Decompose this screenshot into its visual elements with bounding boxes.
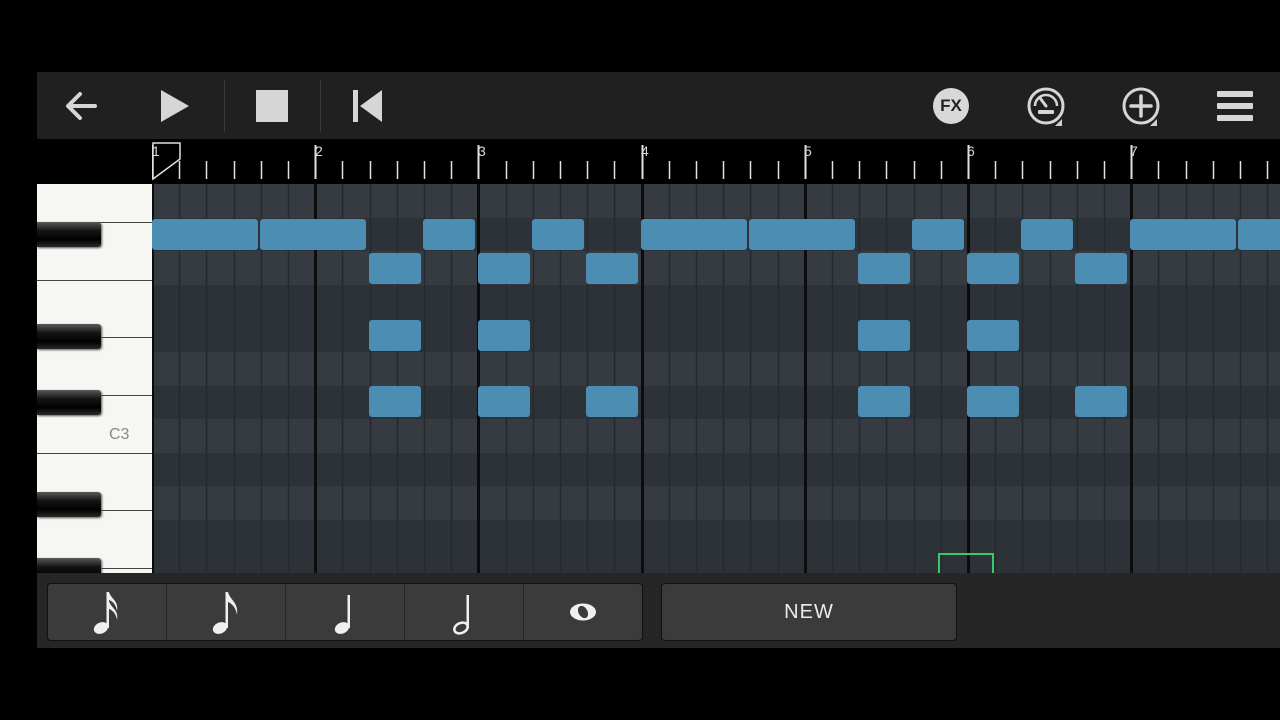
toolbar: FX: [37, 72, 1280, 139]
note-block[interactable]: [478, 386, 530, 417]
bar-number: 1: [152, 143, 160, 159]
note-block[interactable]: [1130, 219, 1236, 250]
bar-number: 2: [315, 143, 323, 159]
note-block[interactable]: [260, 219, 366, 250]
note-block[interactable]: [967, 386, 1019, 417]
menu-button[interactable]: [1205, 76, 1265, 136]
note-block[interactable]: [1075, 253, 1127, 284]
selection-cursor[interactable]: [938, 553, 994, 573]
note-block[interactable]: [369, 320, 421, 351]
skip-to-start-button[interactable]: [338, 76, 398, 136]
note-block[interactable]: [423, 219, 475, 250]
white-key-divider: [37, 453, 152, 454]
note-block[interactable]: [1021, 219, 1073, 250]
bar-number: 5: [804, 143, 812, 159]
whole-note-button[interactable]: [524, 584, 642, 640]
eighth-note-icon: [212, 592, 238, 634]
bar-number: 6: [967, 143, 975, 159]
black-key[interactable]: [37, 558, 101, 573]
white-key-divider: [37, 280, 152, 281]
note-block[interactable]: [1075, 386, 1127, 417]
fx-button[interactable]: FX: [921, 76, 981, 136]
black-key[interactable]: [37, 222, 101, 247]
note-block[interactable]: [586, 386, 638, 417]
note-block[interactable]: [858, 386, 910, 417]
note-block[interactable]: [369, 253, 421, 284]
piano-roll-editor: FX 1 2 3 4 5 6 7 C3 NEW: [37, 72, 1280, 648]
half-note-button[interactable]: [405, 584, 524, 640]
note-block[interactable]: [478, 253, 530, 284]
note-block[interactable]: [1238, 219, 1280, 250]
timeline-ruler[interactable]: 1 2 3 4 5 6 7: [152, 139, 1280, 184]
ruler-corner: [37, 139, 152, 184]
quarter-note-icon: [334, 595, 350, 634]
play-button[interactable]: [145, 76, 205, 136]
sixteenth-note-icon: [93, 592, 118, 634]
note-block[interactable]: [967, 253, 1019, 284]
submenu-indicator-icon: [1150, 119, 1157, 126]
toolbar-divider: [320, 80, 321, 132]
toolbar-divider: [224, 80, 225, 132]
note-length-selector: [47, 583, 643, 641]
note-block[interactable]: [478, 320, 530, 351]
skip-to-start-icon: [353, 90, 382, 122]
bar-number: 4: [641, 143, 649, 159]
half-note-icon: [453, 595, 469, 635]
new-button[interactable]: NEW: [661, 583, 957, 641]
play-icon: [161, 90, 189, 122]
tempo-button[interactable]: [1016, 76, 1076, 136]
whole-note-icon: [570, 603, 596, 621]
add-track-button[interactable]: [1111, 76, 1171, 136]
note-block[interactable]: [369, 386, 421, 417]
submenu-indicator-icon: [1055, 119, 1062, 126]
black-key[interactable]: [37, 390, 101, 415]
back-button[interactable]: [51, 76, 111, 136]
note-block[interactable]: [152, 219, 258, 250]
note-block[interactable]: [749, 219, 855, 250]
stop-button[interactable]: [242, 76, 302, 136]
menu-icon: [1217, 91, 1253, 121]
black-key[interactable]: [37, 324, 101, 349]
note-block[interactable]: [912, 219, 964, 250]
bar-number: 3: [478, 143, 486, 159]
sixteenth-note-button[interactable]: [48, 584, 167, 640]
piano-keyboard[interactable]: C3: [37, 184, 152, 573]
note-grid[interactable]: [152, 184, 1280, 573]
bar-number: 7: [1130, 143, 1138, 159]
note-block[interactable]: [641, 219, 747, 250]
note-block[interactable]: [532, 219, 584, 250]
back-arrow-icon: [66, 92, 97, 120]
bottom-panel: NEW: [37, 573, 1280, 648]
eighth-note-button[interactable]: [167, 584, 286, 640]
c3-key-label: C3: [109, 426, 130, 443]
quarter-note-button[interactable]: [286, 584, 405, 640]
stop-icon: [256, 90, 288, 122]
note-block[interactable]: [586, 253, 638, 284]
fx-icon: FX: [933, 88, 969, 124]
black-key[interactable]: [37, 492, 101, 517]
note-block[interactable]: [858, 320, 910, 351]
note-block[interactable]: [967, 320, 1019, 351]
note-block[interactable]: [858, 253, 910, 284]
